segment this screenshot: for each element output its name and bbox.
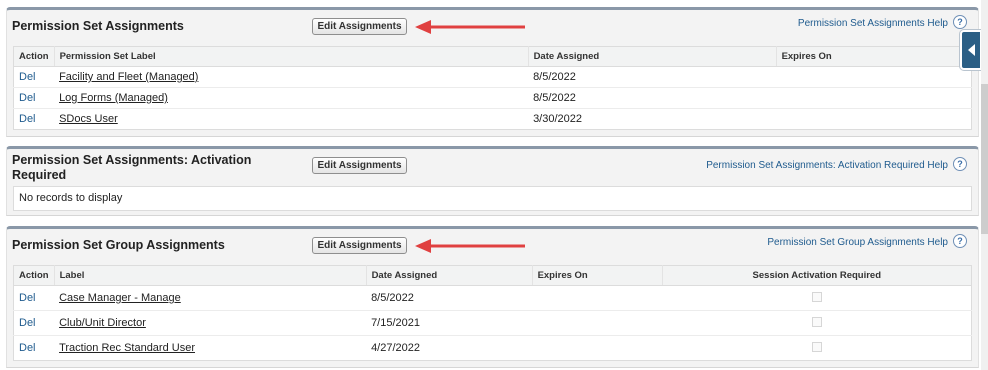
date-assigned: 3/30/2022 [528, 108, 777, 130]
column-header: Action [13, 265, 55, 286]
date-assigned: 7/15/2021 [366, 310, 533, 336]
table-row: Del Traction Rec Standard User 4/27/2022 [13, 335, 972, 361]
help-icon[interactable]: ? [953, 157, 967, 171]
column-header: Expires On [775, 46, 972, 67]
column-header: Expires On [531, 265, 663, 286]
permission-set-table: Action Permission Set Label Date Assigne… [13, 46, 972, 130]
table-row: Del Club/Unit Director 7/15/2021 [13, 310, 972, 336]
session-activation-checkbox [811, 291, 822, 302]
help-link[interactable]: Permission Set Group Assignments Help [767, 237, 948, 248]
table-row: Del Case Manager - Manage 8/5/2022 [13, 285, 972, 311]
scrollbar-track[interactable] [981, 0, 988, 370]
chevron-left-icon [968, 44, 975, 56]
help-link[interactable]: Permission Set Assignments: Activation R… [706, 160, 948, 171]
edit-assignments-button[interactable]: Edit Assignments [312, 18, 407, 35]
scrollbar-thumb[interactable] [981, 84, 988, 234]
permission-set-link[interactable]: Facility and Fleet (Managed) [59, 71, 198, 83]
column-header: Permission Set Label [53, 46, 529, 67]
activation-required-panel: Permission Set Assignments: Activation R… [6, 146, 979, 216]
edit-assignments-button[interactable]: Edit Assignments [312, 157, 407, 174]
delete-link[interactable]: Del [19, 317, 36, 329]
help-icon[interactable]: ? [953, 234, 967, 248]
date-assigned: 4/27/2022 [366, 335, 533, 361]
expires-on [776, 87, 972, 109]
column-header: Label [53, 265, 367, 286]
collapse-sidebar-tab[interactable] [960, 30, 982, 70]
delete-link[interactable]: Del [19, 113, 36, 125]
expires-on [532, 335, 663, 361]
date-assigned: 8/5/2022 [528, 66, 777, 88]
permission-set-assignments-panel: Permission Set Assignments Edit Assignme… [6, 7, 979, 137]
column-header: Session Activation Required [661, 265, 972, 286]
edit-assignments-button[interactable]: Edit Assignments [312, 237, 407, 254]
column-header: Date Assigned [365, 265, 533, 286]
delete-link[interactable]: Del [19, 92, 36, 104]
date-assigned: 8/5/2022 [528, 87, 777, 109]
session-activation-checkbox [811, 341, 822, 352]
delete-link[interactable]: Del [19, 292, 36, 304]
table-row: Del Log Forms (Managed) 8/5/2022 [13, 87, 972, 109]
column-header: Action [13, 46, 55, 67]
section-title: Permission Set Assignments: Activation R… [12, 153, 252, 182]
delete-link[interactable]: Del [19, 342, 36, 354]
permission-set-link[interactable]: SDocs User [59, 113, 118, 125]
empty-message: No records to display [13, 186, 972, 211]
session-activation-checkbox [811, 316, 822, 327]
expires-on [532, 310, 663, 336]
expires-on [776, 108, 972, 130]
expires-on [532, 285, 663, 311]
permission-set-group-link[interactable]: Traction Rec Standard User [59, 342, 195, 354]
permission-set-group-link[interactable]: Case Manager - Manage [59, 292, 181, 304]
permission-set-group-assignments-panel: Permission Set Group Assignments Edit As… [6, 226, 979, 368]
column-header: Date Assigned [527, 46, 777, 67]
help-icon[interactable]: ? [953, 15, 967, 29]
permission-set-group-link[interactable]: Club/Unit Director [59, 317, 146, 329]
section-title: Permission Set Group Assignments [12, 238, 225, 252]
permission-set-group-table: Action Label Date Assigned Expires On Se… [13, 265, 972, 361]
help-link[interactable]: Permission Set Assignments Help [798, 18, 948, 29]
red-arrow-annotation [415, 239, 525, 253]
expires-on [776, 66, 972, 88]
date-assigned: 8/5/2022 [366, 285, 533, 311]
section-title: Permission Set Assignments [12, 19, 184, 33]
table-row: Del Facility and Fleet (Managed) 8/5/202… [13, 66, 972, 88]
red-arrow-annotation [415, 20, 525, 34]
delete-link[interactable]: Del [19, 71, 36, 83]
table-row: Del SDocs User 3/30/2022 [13, 108, 972, 130]
permission-set-link[interactable]: Log Forms (Managed) [59, 92, 168, 104]
